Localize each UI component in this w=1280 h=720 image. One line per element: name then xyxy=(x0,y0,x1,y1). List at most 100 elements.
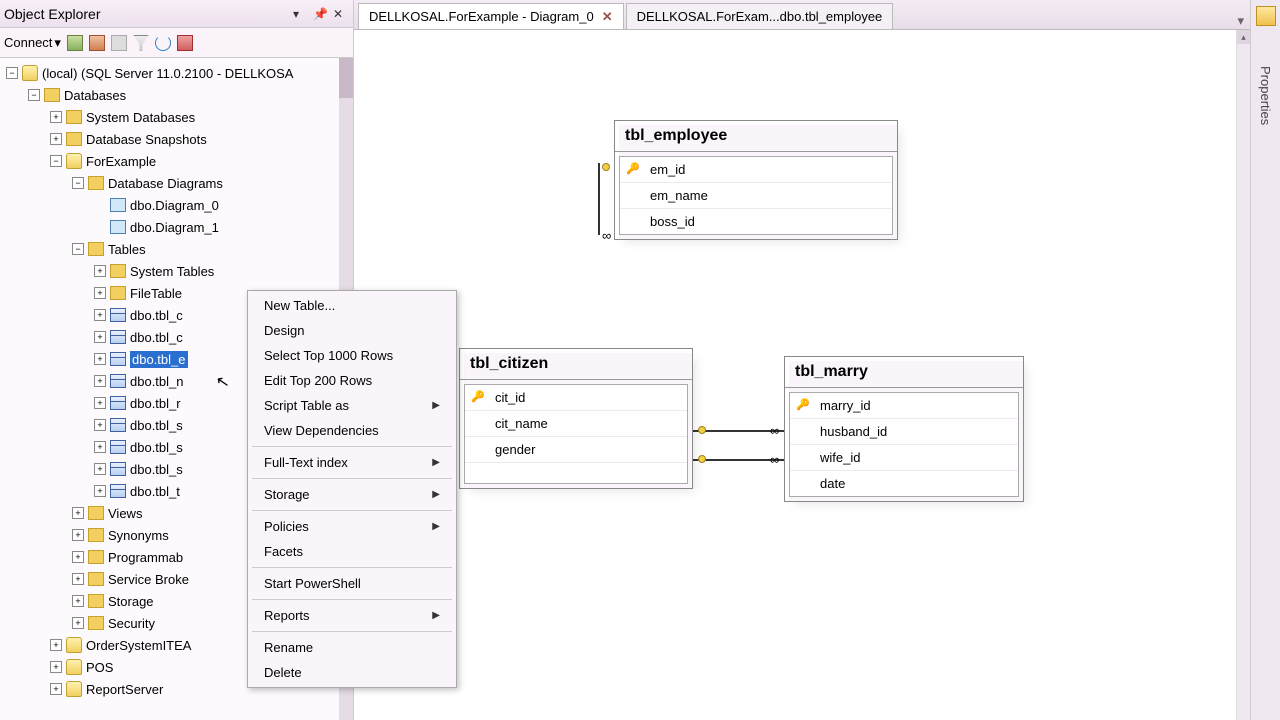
filter-icon[interactable] xyxy=(133,35,149,51)
menu-storage[interactable]: Storage▶ xyxy=(248,482,456,507)
properties-sidebar[interactable]: Properties xyxy=(1250,0,1280,720)
diagram-canvas[interactable]: ▴ tbl_employee em_id em_name boss_id ∞ t… xyxy=(354,30,1250,720)
tab-employee[interactable]: DELLKOSAL.ForExam...dbo.tbl_employee xyxy=(626,3,894,29)
pin-icon[interactable]: 📌 xyxy=(313,7,329,21)
expand-icon[interactable]: + xyxy=(94,463,106,475)
column-gender[interactable]: gender xyxy=(465,437,687,463)
expand-icon[interactable]: + xyxy=(94,353,106,365)
collapse-icon[interactable]: − xyxy=(6,67,18,79)
expand-icon[interactable]: + xyxy=(50,661,62,673)
expand-icon[interactable]: + xyxy=(72,573,84,585)
menu-new-table[interactable]: New Table... xyxy=(248,293,456,318)
pause-icon[interactable] xyxy=(111,35,127,51)
system-databases-node[interactable]: System Databases xyxy=(86,110,195,125)
forexample-node[interactable]: ForExample xyxy=(86,154,156,169)
menu-script-table-as[interactable]: Script Table as▶ xyxy=(248,393,456,418)
collapse-icon[interactable]: − xyxy=(28,89,40,101)
filetables-node[interactable]: FileTable xyxy=(130,286,182,301)
expand-icon[interactable]: + xyxy=(50,133,62,145)
menu-view-dependencies[interactable]: View Dependencies xyxy=(248,418,456,443)
expand-icon[interactable]: + xyxy=(72,595,84,607)
tab-diagram0[interactable]: DELLKOSAL.ForExample - Diagram_0✕ xyxy=(358,3,624,29)
menu-fulltext-index[interactable]: Full-Text index▶ xyxy=(248,450,456,475)
servicebroker-node[interactable]: Service Broke xyxy=(108,572,189,587)
collapse-icon[interactable]: − xyxy=(72,243,84,255)
table-node[interactable]: dbo.tbl_t xyxy=(130,484,180,499)
databases-node[interactable]: Databases xyxy=(64,88,126,103)
reportserver-node[interactable]: ReportServer xyxy=(86,682,163,697)
expand-icon[interactable]: + xyxy=(94,419,106,431)
collapse-icon[interactable]: − xyxy=(50,155,62,167)
expand-icon[interactable]: + xyxy=(94,397,106,409)
window-position-icon[interactable]: ▾ xyxy=(293,7,309,21)
menu-facets[interactable]: Facets xyxy=(248,539,456,564)
collapse-icon[interactable]: − xyxy=(72,177,84,189)
column-boss-id[interactable]: boss_id xyxy=(620,209,892,234)
system-tables-node[interactable]: System Tables xyxy=(130,264,214,279)
expand-icon[interactable]: + xyxy=(94,265,106,277)
close-icon[interactable]: ✕ xyxy=(333,7,349,21)
expand-icon[interactable]: + xyxy=(72,507,84,519)
synonyms-node[interactable]: Synonyms xyxy=(108,528,169,543)
storage-node[interactable]: Storage xyxy=(108,594,154,609)
menu-delete[interactable]: Delete xyxy=(248,660,456,685)
diagram-table-citizen[interactable]: tbl_citizen cit_id cit_name gender xyxy=(459,348,693,489)
expand-icon[interactable]: + xyxy=(50,111,62,123)
expand-icon[interactable]: + xyxy=(94,287,106,299)
menu-start-powershell[interactable]: Start PowerShell xyxy=(248,571,456,596)
column-wife-id[interactable]: wife_id xyxy=(790,445,1018,471)
diagram-table-employee[interactable]: tbl_employee em_id em_name boss_id xyxy=(614,120,898,240)
stop-icon[interactable] xyxy=(89,35,105,51)
diagram0-node[interactable]: dbo.Diagram_0 xyxy=(130,198,219,213)
menu-policies[interactable]: Policies▶ xyxy=(248,514,456,539)
delete-icon[interactable] xyxy=(177,35,193,51)
menu-edit-top-200[interactable]: Edit Top 200 Rows xyxy=(248,368,456,393)
close-tab-icon[interactable]: ✕ xyxy=(602,9,613,25)
column-cit-name[interactable]: cit_name xyxy=(465,411,687,437)
table-node[interactable]: dbo.tbl_r xyxy=(130,396,181,411)
menu-design[interactable]: Design xyxy=(248,318,456,343)
column-em-id[interactable]: em_id xyxy=(620,157,892,183)
column-cit-id[interactable]: cit_id xyxy=(465,385,687,411)
table-node[interactable]: dbo.tbl_c xyxy=(130,330,183,345)
views-node[interactable]: Views xyxy=(108,506,142,521)
expand-icon[interactable]: + xyxy=(72,551,84,563)
refresh-icon[interactable] xyxy=(155,35,171,51)
expand-icon[interactable]: + xyxy=(94,375,106,387)
server-node[interactable]: (local) (SQL Server 11.0.2100 - DELLKOSA xyxy=(42,66,293,81)
expand-icon[interactable]: + xyxy=(94,485,106,497)
database-diagrams-node[interactable]: Database Diagrams xyxy=(108,176,223,191)
table-node[interactable]: dbo.tbl_s xyxy=(130,462,183,477)
table-node[interactable]: dbo.tbl_s xyxy=(130,418,183,433)
menu-select-top-1000[interactable]: Select Top 1000 Rows xyxy=(248,343,456,368)
expand-icon[interactable]: + xyxy=(50,683,62,695)
expand-icon[interactable]: + xyxy=(94,309,106,321)
tables-node[interactable]: Tables xyxy=(108,242,146,257)
expand-icon[interactable]: + xyxy=(94,331,106,343)
expand-icon[interactable]: + xyxy=(72,529,84,541)
diagram-table-marry[interactable]: tbl_marry marry_id husband_id wife_id da… xyxy=(784,356,1024,502)
scroll-up-icon[interactable]: ▴ xyxy=(1237,30,1250,44)
menu-rename[interactable]: Rename xyxy=(248,635,456,660)
expand-icon[interactable]: + xyxy=(94,441,106,453)
column-em-name[interactable]: em_name xyxy=(620,183,892,209)
column-marry-id[interactable]: marry_id xyxy=(790,393,1018,419)
security-node[interactable]: Security xyxy=(108,616,155,631)
menu-reports[interactable]: Reports▶ xyxy=(248,603,456,628)
expand-icon[interactable]: + xyxy=(50,639,62,651)
ordersystem-node[interactable]: OrderSystemITEA xyxy=(86,638,191,653)
column-date[interactable]: date xyxy=(790,471,1018,496)
tab-overflow-icon[interactable]: ▾ xyxy=(1231,13,1250,29)
snapshots-node[interactable]: Database Snapshots xyxy=(86,132,207,147)
disconnect-icon[interactable] xyxy=(67,35,83,51)
table-node[interactable]: dbo.tbl_c xyxy=(130,308,183,323)
table-node-selected[interactable]: dbo.tbl_e xyxy=(130,351,188,368)
pos-node[interactable]: POS xyxy=(86,660,113,675)
table-node[interactable]: dbo.tbl_n xyxy=(130,374,184,389)
table-node[interactable]: dbo.tbl_s xyxy=(130,440,183,455)
connect-button[interactable]: Connect ▾ xyxy=(4,35,61,51)
properties-icon[interactable] xyxy=(1256,6,1276,26)
canvas-scrollbar[interactable]: ▴ xyxy=(1236,30,1250,720)
column-husband-id[interactable]: husband_id xyxy=(790,419,1018,445)
diagram1-node[interactable]: dbo.Diagram_1 xyxy=(130,220,219,235)
